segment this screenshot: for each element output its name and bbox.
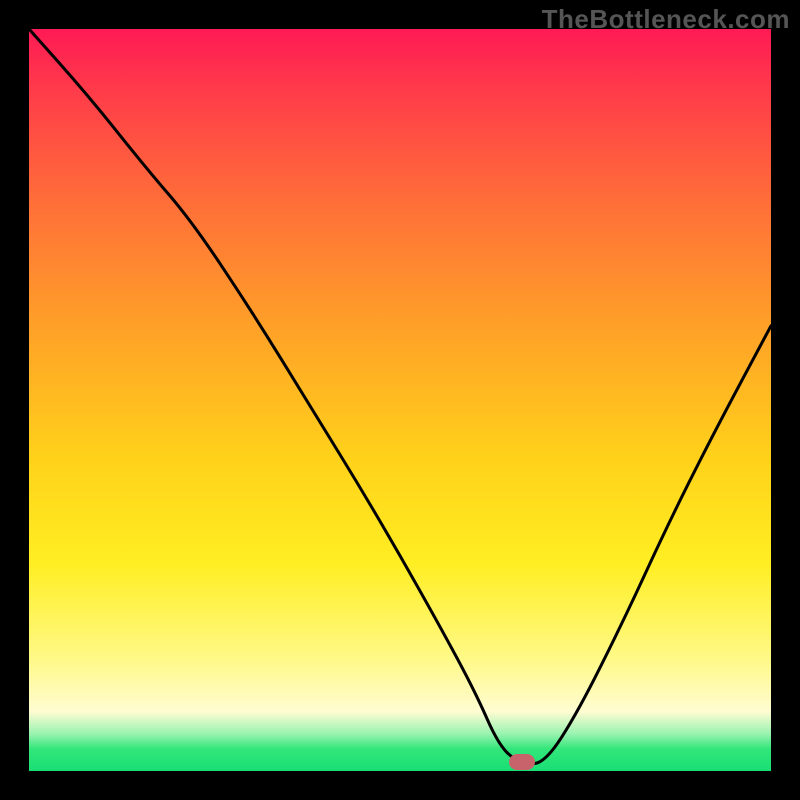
watermark-text: TheBottleneck.com	[542, 4, 790, 35]
bottleneck-curve-svg	[29, 29, 771, 771]
plot-area	[29, 29, 771, 771]
chart-frame: TheBottleneck.com	[0, 0, 800, 800]
bottleneck-curve	[29, 29, 771, 764]
optimal-point-marker	[509, 754, 535, 770]
